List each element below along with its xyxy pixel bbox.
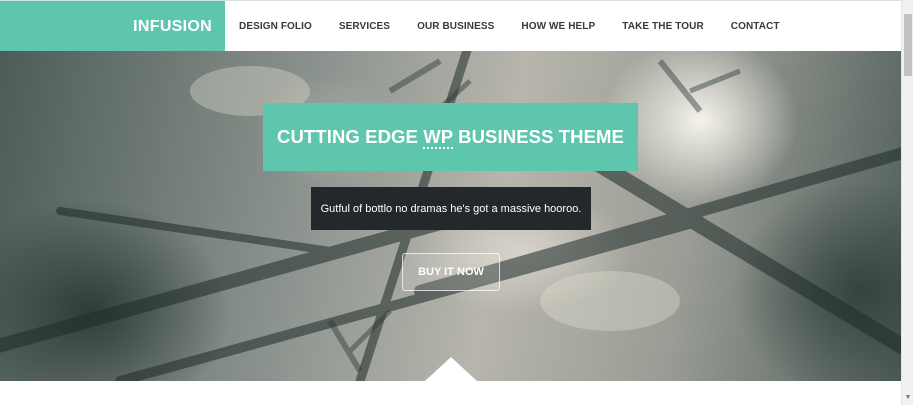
hero-title-end: BUSINESS THEME	[452, 126, 624, 147]
site-logo[interactable]: INFUSION	[0, 1, 225, 52]
site-logo-text[interactable]: INFUSION	[133, 18, 212, 36]
vertical-scrollbar[interactable]: ▼	[901, 0, 913, 405]
nav-item-take-the-tour[interactable]: TAKE THE TOUR	[622, 21, 704, 32]
chevron-down-icon[interactable]: ▼	[904, 394, 912, 402]
nav-item-services[interactable]: SERVICES	[339, 21, 390, 32]
hero-subtitle-box: Gutful of bottlo no dramas he's got a ma…	[311, 187, 591, 230]
hero-title: CUTTING EDGE WP BUSINESS THEME	[276, 126, 624, 149]
nav-item-contact[interactable]: CONTACT	[731, 21, 780, 32]
nav-item-design-folio[interactable]: DESIGN FOLIO	[239, 21, 312, 32]
hero-section: CUTTING EDGE WP BUSINESS THEME Gutful of…	[0, 51, 901, 381]
site-header: INFUSION DESIGN FOLIO SERVICES OUR BUSIN…	[0, 0, 901, 52]
hero-subtitle: Gutful of bottlo no dramas he's got a ma…	[320, 202, 582, 215]
hero-title-abbreviation: WP	[423, 126, 453, 149]
scrollbar-thumb[interactable]	[904, 14, 912, 76]
hero-title-box: CUTTING EDGE WP BUSINESS THEME	[263, 103, 638, 171]
hero-title-start: CUTTING EDGE	[276, 126, 424, 147]
nav-item-how-we-help[interactable]: HOW WE HELP	[521, 21, 595, 32]
main-nav: DESIGN FOLIO SERVICES OUR BUSINESS HOW W…	[225, 1, 780, 52]
section-notch-arrow	[425, 357, 477, 381]
buy-it-now-button[interactable]: BUY IT NOW	[402, 253, 500, 291]
page: INFUSION DESIGN FOLIO SERVICES OUR BUSIN…	[0, 0, 901, 405]
nav-item-our-business[interactable]: OUR BUSINESS	[417, 21, 494, 32]
